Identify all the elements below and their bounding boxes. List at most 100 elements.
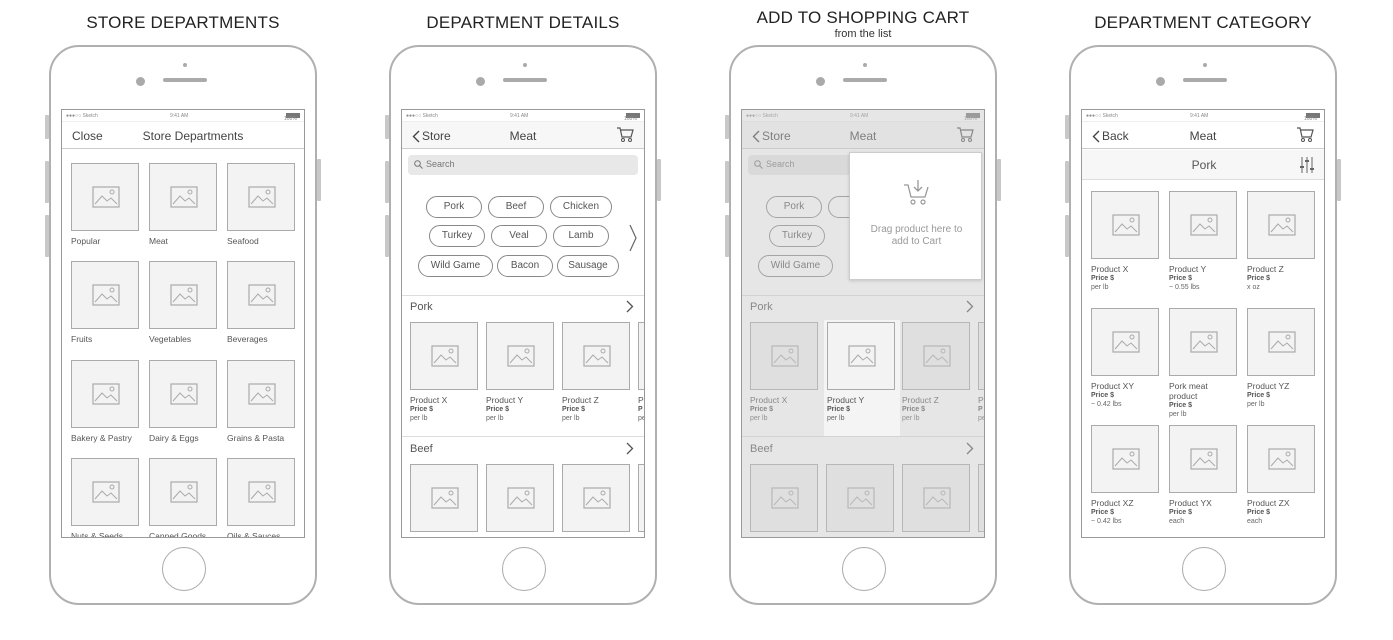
department-label: Bakery & Pastry (71, 433, 132, 443)
filter-chip[interactable]: Sausage (557, 255, 619, 277)
product-card[interactable]: Product X Price $ per lb (410, 322, 480, 432)
carrier-text: ●●●○○ Sketch (66, 113, 98, 119)
product-price: Price $ (1247, 275, 1270, 282)
department-image (71, 360, 139, 428)
cart-button[interactable] (616, 126, 634, 146)
department-item[interactable]: Vegetables (149, 261, 219, 353)
product-card[interactable]: Product XY Price $ ~ 0.42 lbs (1091, 308, 1161, 420)
product-image (1091, 308, 1159, 376)
chevron-right-icon[interactable] (626, 442, 634, 455)
product-image (562, 322, 630, 390)
department-item[interactable]: Dairy & Eggs (149, 360, 219, 452)
cart-icon (617, 127, 634, 142)
department-image (71, 261, 139, 329)
image-placeholder-icon (1190, 448, 1218, 470)
search-icon (414, 160, 423, 169)
image-placeholder-icon (507, 345, 535, 367)
filter-chip[interactable]: Wild Game (418, 255, 493, 277)
department-label: Fruits (71, 334, 93, 344)
product-card[interactable]: P P pe (638, 322, 644, 432)
product-image[interactable] (486, 464, 554, 532)
product-image[interactable] (410, 464, 478, 532)
product-card[interactable]: Product YX Price $ each (1169, 425, 1239, 537)
filter-chip[interactable]: Chicken (550, 196, 612, 218)
product-image (1091, 191, 1159, 259)
home-button[interactable] (1182, 547, 1226, 591)
product-name-line2: product (1169, 391, 1198, 401)
department-item[interactable]: Fruits (71, 261, 141, 353)
product-unit: per lb (1247, 401, 1265, 408)
filter-chip[interactable]: Beef (488, 196, 544, 218)
product-card[interactable]: Product XZ Price $ ~ 0.42 lbs (1091, 425, 1161, 537)
image-placeholder-icon (1190, 331, 1218, 353)
filter-chip[interactable]: Pork (426, 196, 482, 218)
product-price: Price $ (1247, 509, 1270, 516)
home-button[interactable] (842, 547, 886, 591)
department-label: Popular (71, 236, 101, 246)
phone-frame: ●●●○○ Sketch 9:41 AM 100% Back Meat Pork (1065, 45, 1341, 605)
product-card[interactable]: Product Z Price $ x oz (1247, 191, 1317, 303)
department-item[interactable]: Beverages (227, 261, 297, 353)
department-item[interactable]: Bakery & Pastry (71, 360, 141, 452)
back-button[interactable]: Back (1092, 129, 1129, 143)
department-item[interactable]: Nuts & Seeds (71, 458, 141, 537)
cart-drop-zone[interactable]: Drag product here to add to Cart (849, 152, 982, 280)
status-bar: ●●●○○ Sketch 9:41 AM 100% (402, 110, 644, 122)
image-placeholder-icon (848, 345, 876, 367)
product-image (1169, 308, 1237, 376)
carrier-text: ●●●○○ Sketch (1086, 113, 1118, 119)
product-unit: each (1247, 518, 1263, 525)
department-item[interactable]: Seafood (227, 163, 297, 255)
product-card[interactable]: Pork meat product Price $ per lb (1169, 308, 1239, 420)
chevron-right-icon[interactable] (626, 300, 634, 313)
filter-chip[interactable]: Turkey (429, 225, 485, 247)
product-name: Product Z (1247, 264, 1284, 274)
product-name: Product XZ (1091, 498, 1134, 508)
cart-button[interactable] (1296, 126, 1314, 146)
product-unit: per lb (1091, 284, 1109, 291)
product-image[interactable] (562, 464, 630, 532)
back-button[interactable]: Store (412, 129, 451, 143)
product-card[interactable]: Product YZ Price $ per lb (1247, 308, 1317, 420)
phone-screen: ●●●○○ Sketch 9:41 AM 100% Back Meat Pork (1081, 109, 1325, 538)
product-card[interactable]: Product Y Price $ per lb (486, 322, 556, 432)
filter-chip[interactable]: Veal (491, 225, 547, 247)
section-more-button[interactable] (626, 300, 634, 318)
product-card[interactable]: Product ZX Price $ each (1247, 425, 1317, 537)
product-card[interactable]: Product Y Price $ ~ 0.55 lbs (1169, 191, 1239, 303)
department-item[interactable]: Oils & Sauces (227, 458, 297, 537)
filter-chip[interactable]: Bacon (497, 255, 553, 277)
department-item[interactable]: Meat (149, 163, 219, 255)
screen-subheading: from the list (834, 28, 892, 40)
department-item[interactable]: Grains & Pasta (227, 360, 297, 452)
image-placeholder-icon (92, 186, 120, 208)
department-item[interactable]: Canned Goods (149, 458, 219, 537)
product-card[interactable]: Product Z Price $ per lb (562, 322, 632, 432)
close-label: Close (72, 129, 103, 143)
status-bar: ●●●○○ Sketch 9:41 AM 100% (1082, 110, 1324, 122)
product-price: Price $ (1247, 392, 1270, 399)
section-more-button[interactable] (626, 442, 634, 460)
dragged-product-card[interactable]: Product Y Price $ per lb (824, 320, 900, 436)
screen-heading: STORE DEPARTMENTS (86, 13, 280, 32)
chevron-right-icon[interactable] (628, 224, 638, 252)
nav-bar: Back Meat (1082, 122, 1324, 149)
close-button[interactable]: Close (72, 129, 103, 143)
home-button[interactable] (502, 547, 546, 591)
clock-text: 9:41 AM (170, 113, 189, 119)
department-item[interactable]: Popular (71, 163, 141, 255)
home-button[interactable] (162, 547, 206, 591)
product-unit: per lb (562, 415, 580, 422)
product-name: Product Z (562, 395, 599, 405)
search-input[interactable]: Search (408, 155, 638, 175)
product-card[interactable]: Product X Price $ per lb (1091, 191, 1161, 303)
product-name: Product XY (1091, 381, 1134, 391)
filter-sliders-icon[interactable] (1300, 156, 1314, 174)
product-name: Product ZX (1247, 498, 1290, 508)
product-image[interactable] (638, 464, 644, 532)
phone-frame: ●●●○○ Sketch 9:41 AM 100% Close Store De… (45, 45, 321, 605)
product-unit: per lb (1169, 411, 1187, 418)
image-placeholder-icon (1268, 331, 1296, 353)
filter-chip[interactable]: Lamb (553, 225, 609, 247)
cart-icon (1297, 127, 1314, 142)
